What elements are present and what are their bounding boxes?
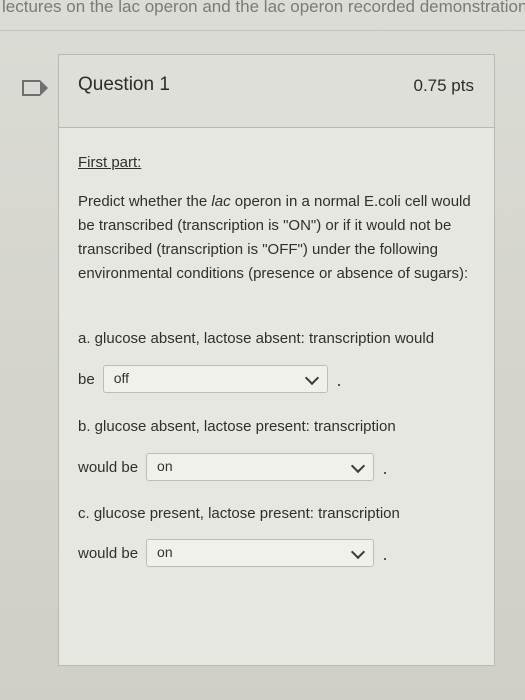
question-prompt: Predict whether the lac operon in a norm…	[78, 190, 478, 286]
item-a: a. glucose absent, lactose absent: trans…	[78, 329, 478, 349]
item-a-lead: be	[78, 370, 95, 388]
item-b-title: b. glucose absent, lactose present: tran…	[78, 418, 396, 435]
item-c-selected: on	[157, 544, 173, 560]
chevron-down-icon	[350, 544, 366, 560]
top-divider	[0, 30, 525, 31]
item-c-dot	[384, 558, 387, 560]
top-text: lectures on the lac operon and the lac o…	[2, 0, 525, 16]
question-title: Question 1	[78, 74, 170, 95]
question-points: 0.75 pts	[413, 76, 475, 95]
item-c-title: c. glucose present, lactose present: tra…	[78, 505, 400, 522]
item-c-lead: would be	[78, 544, 139, 562]
question-body: First part: Predict whether the lac oper…	[78, 151, 478, 286]
item-b-dropdown[interactable]: on	[146, 453, 375, 481]
item-b-dot	[384, 472, 387, 474]
chevron-down-icon	[304, 370, 319, 386]
part-label: First part:	[78, 154, 142, 171]
item-c: c. glucose present, lactose present: tra…	[78, 504, 478, 524]
item-c-row: would be on	[78, 539, 387, 567]
item-b-row: would be on	[78, 453, 387, 481]
item-c-dropdown[interactable]: on	[146, 539, 375, 567]
item-a-selected: off	[113, 370, 129, 386]
question-header: Question 1 0.75 pts	[59, 55, 494, 128]
item-a-title: a. glucose absent, lactose absent: trans…	[78, 330, 435, 347]
question-card: Question 1 0.75 pts First part: Predict …	[58, 54, 495, 666]
prompt-text-1: Predict whether the	[78, 193, 212, 210]
item-a-dot	[337, 384, 340, 386]
item-b: b. glucose absent, lactose present: tran…	[78, 417, 478, 437]
chevron-down-icon	[350, 458, 366, 474]
flag-icon[interactable]	[22, 80, 48, 96]
item-b-lead: would be	[78, 458, 139, 476]
item-b-selected: on	[157, 458, 173, 474]
prompt-italic: lac	[211, 193, 231, 210]
item-a-row: be off	[78, 365, 340, 393]
top-strip: lectures on the lac operon and the lac o…	[0, 0, 525, 22]
item-a-dropdown[interactable]: off	[102, 365, 328, 393]
